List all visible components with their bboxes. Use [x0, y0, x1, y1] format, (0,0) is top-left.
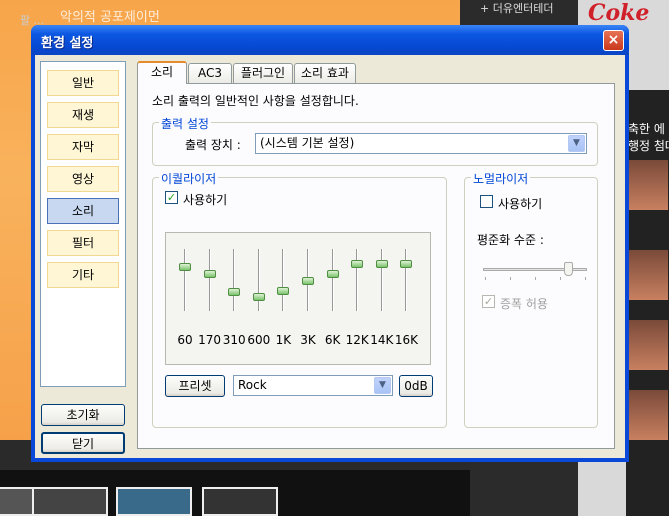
output-device-value: (시스템 기본 설정)	[260, 136, 355, 150]
group-title: 이퀄라이저	[159, 170, 219, 187]
background-thumbnail	[628, 390, 668, 440]
equalizer-group: 이퀄라이저 ✓ 사용하기 60 170 310 600 1K 3K 6K 12K 14K 16K …	[152, 170, 447, 428]
background-thumbnail	[628, 250, 668, 300]
tab-sound-effect[interactable]: 소리 효과	[294, 63, 356, 83]
group-title: 노멀라이저	[471, 170, 531, 187]
panel-description: 소리 출력의 일반적인 사항을 설정합니다.	[152, 94, 359, 108]
eq-slider-thumb[interactable]	[252, 293, 265, 302]
background-side-text: 행정 첨따	[628, 139, 669, 153]
preset-value: Rock	[238, 378, 267, 392]
background-menu-text: + 더유엔터테더	[480, 2, 554, 15]
eq-slider-track[interactable]	[233, 249, 236, 311]
tab-sound[interactable]: 소리	[137, 61, 187, 84]
eq-slider-track[interactable]	[257, 249, 260, 311]
normalizer-enable-label: 사용하기	[498, 197, 543, 211]
slider-tick	[560, 277, 561, 280]
eq-slider-thumb[interactable]	[179, 262, 191, 271]
normalize-level-label: 평준화 수준 :	[477, 233, 544, 247]
slider-tick	[485, 277, 486, 280]
category-item-playback[interactable]: 재생	[47, 102, 119, 128]
eq-slider-track[interactable]	[208, 249, 211, 311]
dialog-client-area: 일반 재생 자막 영상 소리 필터 기타 초기화 닫기 소리 AC3 플러그인 …	[35, 55, 625, 458]
reset-button[interactable]: 초기화	[41, 404, 125, 426]
group-title: 출력 설정	[159, 115, 211, 132]
output-device-label: 출력 장치 :	[185, 138, 241, 152]
chevron-down-icon[interactable]: ▼	[568, 135, 585, 152]
category-item-video[interactable]: 영상	[47, 166, 119, 192]
preset-button[interactable]: 프리셋	[165, 375, 225, 397]
eq-slider-thumb[interactable]	[400, 259, 413, 268]
normalize-level-slider-thumb[interactable]	[563, 262, 573, 276]
eq-band-16k: 16K	[394, 233, 418, 366]
slider-tick	[585, 277, 586, 280]
slider-tick	[535, 277, 536, 280]
category-item-etc[interactable]: 기타	[47, 262, 119, 288]
equalizer-sliders: 60 170 310 600 1K 3K 6K 12K 14K 16K	[165, 232, 431, 365]
category-list: 일반 재생 자막 영상 소리 필터 기타	[40, 61, 126, 387]
eq-slider-thumb[interactable]	[351, 259, 364, 268]
settings-dialog: 환경 설정 × 일반 재생 자막 영상 소리 필터 기타 초기화 닫기 소리 A…	[31, 25, 629, 462]
category-item-filter[interactable]: 필터	[47, 230, 119, 256]
output-device-select[interactable]: (시스템 기본 설정) ▼	[255, 133, 587, 154]
eq-slider-track[interactable]	[405, 249, 408, 311]
background-side-text: 축한 에	[628, 122, 665, 136]
category-item-subtitle[interactable]: 자막	[47, 134, 119, 160]
eq-slider-thumb[interactable]	[326, 269, 339, 278]
eq-slider-thumb[interactable]	[375, 259, 388, 268]
eq-slider-thumb[interactable]	[228, 288, 241, 297]
eq-frequency-label: 16K	[394, 333, 418, 347]
background-thumbnail	[116, 487, 192, 516]
close-icon[interactable]: ×	[603, 30, 624, 51]
eq-slider-thumb[interactable]	[277, 286, 290, 295]
eq-slider-track[interactable]	[184, 249, 186, 311]
chevron-down-icon[interactable]: ▼	[374, 377, 391, 394]
normalizer-group: 노멀라이저 사용하기 평준화 수준 : ✓ 증폭 허용	[464, 170, 598, 428]
equalizer-enable-checkbox[interactable]: ✓	[165, 191, 178, 204]
eq-slider-track[interactable]	[282, 249, 285, 311]
background-header-text: 악의적 공포제이먼	[60, 10, 160, 25]
eq-slider-track[interactable]	[356, 249, 359, 311]
normalizer-enable-checkbox[interactable]	[480, 195, 493, 208]
preset-select[interactable]: Rock ▼	[233, 375, 393, 396]
background-thumbnail	[32, 487, 108, 516]
eq-slider-thumb[interactable]	[203, 269, 216, 278]
zero-db-button[interactable]: 0dB	[399, 375, 433, 397]
category-item-sound[interactable]: 소리	[47, 198, 119, 224]
background-thumbnail	[628, 320, 668, 370]
tab-plugin[interactable]: 플러그인	[233, 63, 293, 83]
slider-tick	[510, 277, 511, 280]
dialog-title: 환경 설정	[41, 36, 94, 51]
eq-slider-track[interactable]	[331, 249, 334, 311]
amplify-label: 증폭 허용	[500, 297, 548, 311]
category-item-general[interactable]: 일반	[47, 70, 119, 96]
eq-slider-track[interactable]	[380, 249, 383, 311]
tab-ac3[interactable]: AC3	[188, 63, 232, 83]
sound-tab-panel: 소리 출력의 일반적인 사항을 설정합니다. 출력 설정 출력 장치 : (시스…	[137, 83, 615, 449]
close-button[interactable]: 닫기	[41, 432, 125, 454]
output-settings-group: 출력 설정 출력 장치 : (시스템 기본 설정) ▼	[152, 115, 598, 166]
eq-slider-thumb[interactable]	[302, 277, 314, 286]
title-bar[interactable]: 환경 설정 ×	[31, 25, 629, 55]
amplify-checkbox[interactable]: ✓	[482, 295, 495, 308]
background-thumbnail	[202, 487, 278, 516]
equalizer-enable-label: 사용하기	[183, 193, 228, 207]
background-thumbnail	[628, 160, 668, 210]
